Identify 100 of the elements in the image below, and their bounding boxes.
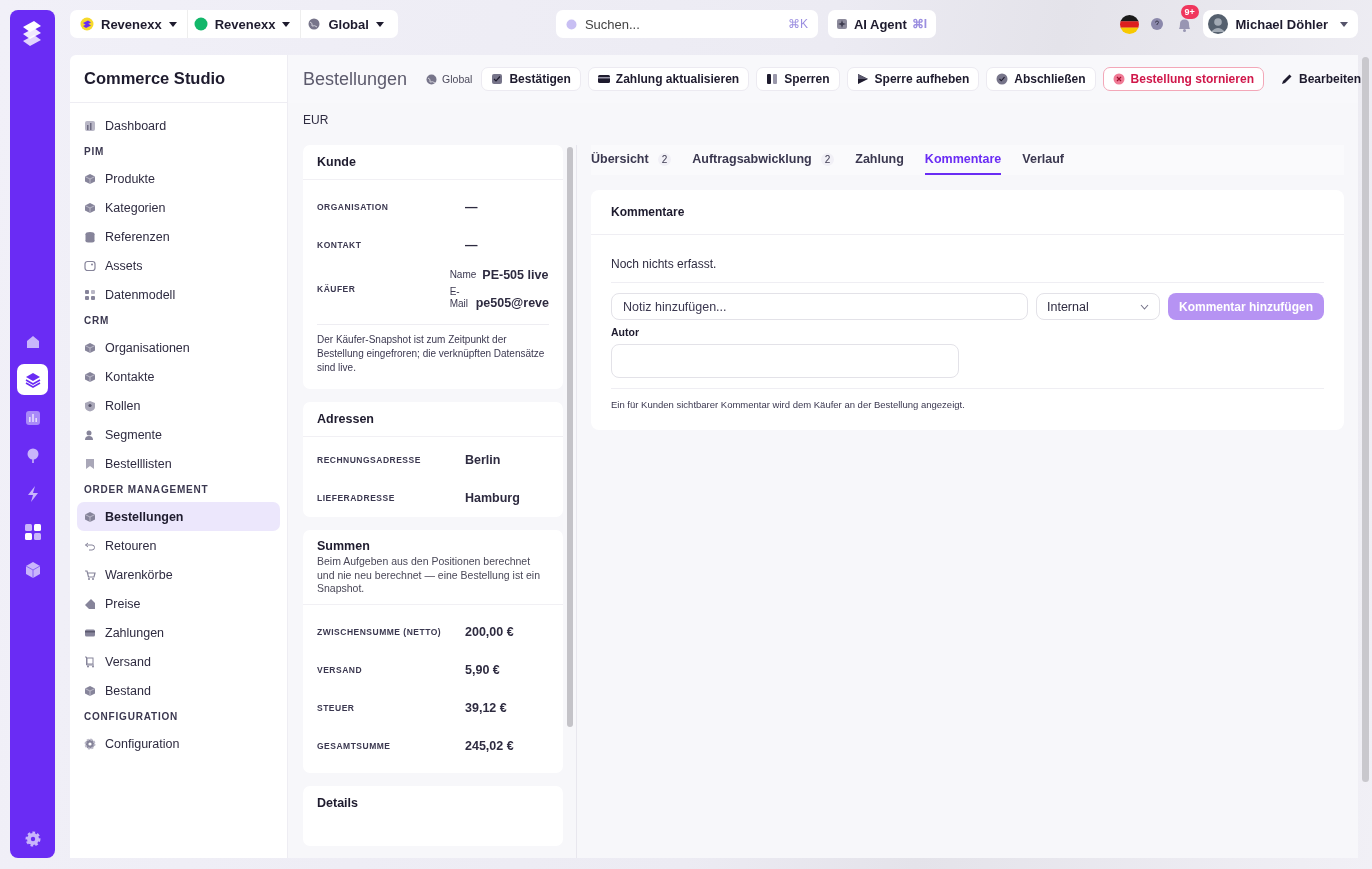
sidebar-item[interactable]: Retouren (77, 531, 280, 560)
field-label: E-Mail (449, 286, 469, 310)
visibility-dropdown[interactable]: Internal (1036, 293, 1160, 320)
person-icon (84, 428, 96, 441)
field-label: GESAMTSUMME (317, 740, 392, 751)
tab[interactable]: Zahlung (855, 145, 904, 175)
grid-icon[interactable] (23, 522, 42, 541)
description-text: Beim Aufgeben aus den Positionen berechnet und nie neu berechnet — eine Bestellung ist ein Snapshot. (317, 555, 541, 596)
action-button[interactable]: Bearbeiten (1270, 67, 1371, 91)
card-title: Details (316, 795, 359, 813)
field-value: PE-505 live (482, 268, 549, 282)
cube-icon (84, 684, 96, 697)
sidebar-item[interactable]: Bestelllisten (77, 449, 280, 478)
field-value: pe505@reve (475, 296, 549, 310)
caret-icon (168, 21, 177, 27)
action-button[interactable]: Abschließen (986, 67, 1096, 91)
field-value: 245,02 € (465, 738, 514, 753)
sidebar-item[interactable]: Dashboard (77, 111, 280, 140)
workspace-dropdown[interactable]: Global (301, 10, 394, 38)
shield-icon (84, 399, 96, 412)
sidebar-item[interactable]: Organisationen (77, 333, 280, 362)
count-badge: 2 (820, 152, 835, 166)
tab[interactable]: Verlauf (1022, 145, 1064, 175)
sidebar-item[interactable]: Produkte (77, 164, 280, 193)
sidebar-item[interactable]: Configuration (77, 729, 280, 758)
sidebar-item[interactable]: Versand (77, 647, 280, 676)
tab[interactable]: Übersicht 2 (591, 145, 672, 175)
action-button[interactable]: Bestätigen (481, 67, 581, 91)
workspace-dropdown[interactable]: Revenexx (187, 10, 302, 38)
currency-label: EUR (303, 113, 329, 127)
empty-state-text: Noch nichts erfasst. (611, 249, 1324, 283)
section-heading: CONFIGURATION (83, 710, 180, 724)
caret-icon (375, 21, 384, 27)
sidebar-item[interactable]: Kontakte (77, 362, 280, 391)
gear-icon (84, 737, 96, 750)
bar-chart-icon[interactable] (23, 408, 42, 427)
cart-icon (84, 568, 96, 581)
caret-icon (282, 21, 291, 27)
sidebar-item[interactable]: Datenmodell (77, 280, 280, 309)
sidebar-item[interactable]: Bestellungen (77, 502, 280, 531)
scrollbar-thumb[interactable] (1362, 57, 1369, 782)
field-label: KÄUFER (317, 284, 357, 294)
bookmark-icon (84, 457, 96, 470)
image-icon (84, 259, 96, 272)
field-value: 5,90 € (465, 662, 500, 677)
card-title: Summen (317, 539, 371, 553)
play-icon (856, 73, 869, 85)
sidebar-item[interactable]: Preise (77, 589, 280, 618)
action-button[interactable]: Sperren (756, 67, 840, 91)
sidebar-item[interactable]: Segmente (77, 420, 280, 449)
database-icon (84, 230, 96, 243)
check-square-icon (491, 73, 504, 85)
layers-icon[interactable] (23, 370, 42, 389)
count-badge: 2 (657, 152, 672, 166)
flag-icon[interactable] (1119, 14, 1139, 34)
chart-icon (84, 119, 96, 132)
help-icon[interactable] (1150, 18, 1163, 30)
author-field[interactable] (611, 344, 959, 378)
globe-icon (426, 73, 438, 85)
sidebar-item[interactable]: Assets (77, 251, 280, 280)
field-label: Autor (611, 326, 640, 338)
sidebar-item[interactable]: Kategorien (77, 193, 280, 222)
cube-icon (84, 201, 96, 214)
field-label: RECHNUNGSADRESSE (317, 455, 422, 465)
tab[interactable]: Kommentare (924, 145, 1002, 175)
action-button[interactable]: Sperre aufheben (846, 67, 980, 91)
section-heading: ORDER MANAGEMENT (83, 483, 210, 497)
action-button[interactable]: Zahlung aktualisieren (587, 67, 750, 91)
sidebar-item[interactable]: Bestand (77, 676, 280, 705)
field-value: 39,12 € (465, 700, 507, 715)
card-title: Kommentare (591, 190, 1344, 235)
field-label: KONTAKT (317, 240, 363, 250)
brand-logo-icon (80, 17, 94, 31)
cube-icon[interactable] (23, 560, 42, 579)
field-value: Berlin (465, 453, 501, 467)
note-field[interactable]: Notiz hinzufügen... (611, 293, 1028, 320)
app-title: Commerce Studio (70, 55, 287, 103)
note-text: Der Käufer-Snapshot ist zum Zeitpunkt der Bestellung eingefroren; die verknüpften Datensätze sind live. (317, 324, 549, 389)
settings-icon[interactable] (23, 830, 42, 848)
workspace-dropdown[interactable]: Revenexx (74, 10, 188, 38)
sidebar-item[interactable]: Warenkörbe (77, 560, 280, 589)
grid-icon (84, 288, 96, 301)
field-value: 200,00 € (465, 624, 514, 639)
ai-agent-button[interactable]: AI Agent ⌘I (827, 10, 937, 38)
cube-icon (84, 370, 96, 383)
pencil-icon (1280, 73, 1293, 85)
scrollbar-thumb[interactable] (567, 147, 573, 727)
section-heading: CRM (83, 314, 111, 328)
tag-icon (84, 597, 96, 610)
card-title: Kunde (303, 145, 563, 180)
sidebar-item[interactable]: Referenzen (77, 222, 280, 251)
sidebar-item[interactable]: Rollen (77, 391, 280, 420)
sidebar-item[interactable]: Zahlungen (77, 618, 280, 647)
card-title: Adressen (303, 402, 563, 437)
tab[interactable]: Auftragsabwicklung 2 (692, 145, 835, 175)
user-menu[interactable]: Michael Döhler (1202, 10, 1358, 38)
field-label: ORGANISATION (317, 202, 390, 212)
cube-icon (84, 510, 96, 523)
field-label: LIEFERADRESSE (317, 493, 396, 503)
action-button[interactable]: Bestellung stornieren (1102, 67, 1264, 91)
